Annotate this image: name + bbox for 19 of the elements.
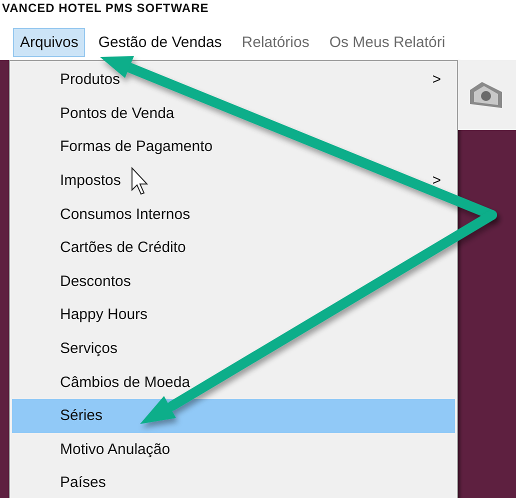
- dropdown-item[interactable]: Cartões de Crédito: [12, 230, 455, 265]
- dropdown-item[interactable]: Descontos: [12, 264, 455, 298]
- dropdown-item[interactable]: Consumos Internos: [12, 197, 455, 231]
- dropdown-item[interactable]: Happy Hours: [12, 298, 455, 332]
- submenu-arrow: >: [432, 172, 441, 190]
- submenu-arrow: >: [432, 71, 441, 88]
- cursor-icon: [132, 166, 148, 195]
- dropdown-item[interactable]: Pontos de Venda: [12, 96, 455, 130]
- dropdown-item[interactable]: Produtos >: [12, 63, 455, 97]
- dropdown-item[interactable]: Séries: [12, 398, 455, 433]
- dropdown-item[interactable]: Câmbios de Moeda: [12, 365, 455, 399]
- dropdown-item[interactable]: Motivo Anulação: [12, 432, 455, 466]
- dropdown-item[interactable]: Impostos >: [12, 164, 455, 198]
- dropdown-item[interactable]: Países: [12, 466, 455, 498]
- menu-item[interactable]: Arquivos: [13, 28, 86, 56]
- dropdown-item[interactable]: Serviços: [12, 332, 455, 366]
- window-title: VANCED HOTEL PMS SOFTWARE: [2, 1, 209, 15]
- menu-item[interactable]: Gestão de Vendas: [91, 28, 229, 56]
- dropdown-item[interactable]: Formas de Pagamento: [12, 130, 455, 164]
